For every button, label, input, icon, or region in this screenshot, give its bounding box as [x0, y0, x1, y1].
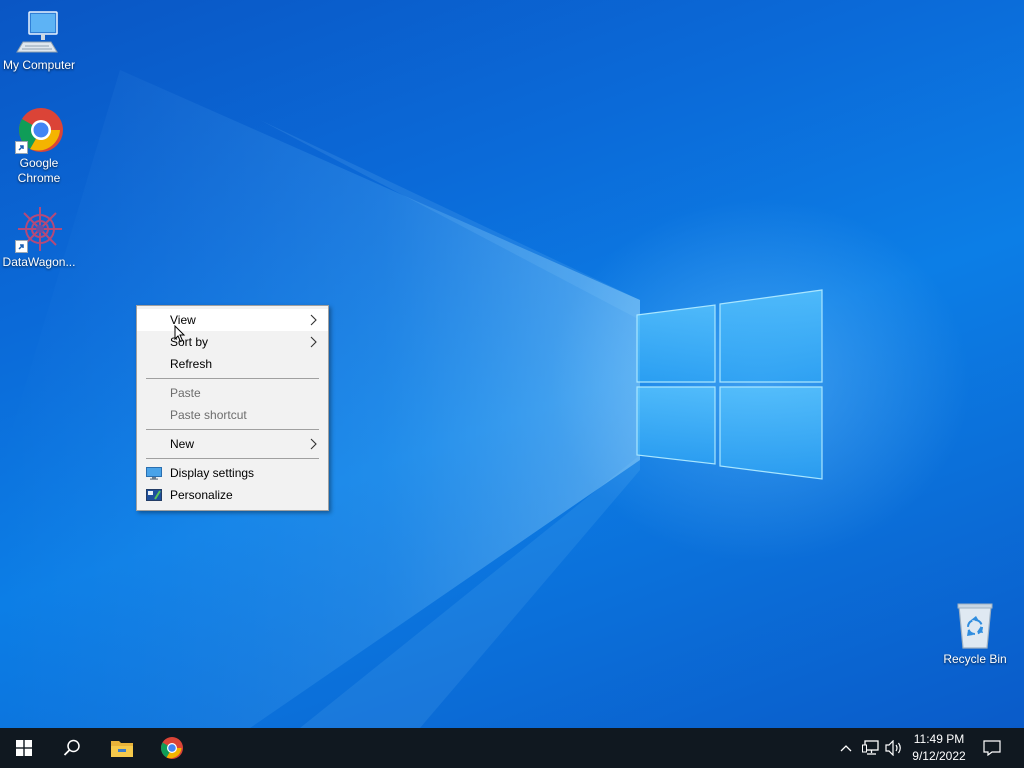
- menu-item-view[interactable]: View: [137, 309, 328, 331]
- taskbar-file-explorer[interactable]: [98, 728, 146, 768]
- menu-item-label: Display settings: [170, 466, 255, 480]
- taskbar-google-chrome[interactable]: [148, 728, 196, 768]
- taskbar: 11:49 PM 9/12/2022: [0, 728, 1024, 768]
- desktop[interactable]: My Computer Google Chrome DataWagon... R…: [0, 0, 1024, 728]
- menu-item-paste[interactable]: Paste: [137, 382, 328, 404]
- desktop-icon-google-chrome[interactable]: Google Chrome: [0, 106, 78, 186]
- menu-separator: [146, 429, 319, 430]
- chrome-icon: [15, 106, 63, 154]
- volume-button[interactable]: [884, 738, 904, 758]
- clock-time: 11:49 PM: [913, 732, 965, 746]
- file-explorer-icon: [111, 741, 133, 757]
- network-button[interactable]: [861, 738, 881, 758]
- menu-item-refresh[interactable]: Refresh: [137, 353, 328, 375]
- show-hidden-icons-button[interactable]: [836, 738, 856, 758]
- chevron-right-icon: [310, 336, 317, 348]
- chevron-up-icon: [840, 745, 852, 752]
- chevron-right-icon: [310, 438, 317, 450]
- display-settings-icon: [146, 467, 162, 480]
- menu-item-display-settings[interactable]: Display settings: [137, 462, 328, 484]
- desktop-icon-label: Google Chrome: [17, 156, 61, 185]
- desktop-icon-recycle-bin[interactable]: Recycle Bin: [936, 602, 1014, 667]
- shortcut-arrow-icon: [15, 240, 28, 253]
- menu-item-label: View: [170, 313, 196, 327]
- chevron-right-icon: [310, 314, 317, 326]
- network-icon: [862, 740, 879, 755]
- menu-item-label: Paste: [170, 386, 201, 400]
- start-button[interactable]: [0, 728, 48, 768]
- menu-item-label: Sort by: [170, 335, 209, 349]
- desktop-icon-label: Recycle Bin: [943, 652, 1007, 666]
- desktop-context-menu: View Sort by Refresh Paste Paste shortcu…: [136, 305, 329, 511]
- shortcut-arrow-icon: [15, 141, 28, 154]
- taskbar-clock[interactable]: 11:49 PM 9/12/2022: [906, 731, 972, 765]
- menu-item-paste-shortcut[interactable]: Paste shortcut: [137, 404, 328, 426]
- desktop-icon-my-computer[interactable]: My Computer: [0, 8, 78, 73]
- volume-icon: [885, 740, 901, 756]
- menu-item-label: Paste shortcut: [170, 408, 247, 422]
- start-icon: [16, 740, 32, 756]
- menu-item-sort-by[interactable]: Sort by: [137, 331, 328, 353]
- personalize-icon: [146, 489, 162, 501]
- notification-icon: [983, 740, 1001, 756]
- computer-icon: [15, 8, 63, 56]
- desktop-icon-label: DataWagon...: [2, 255, 76, 269]
- search-icon: [63, 739, 80, 756]
- desktop-icon-datawagon[interactable]: DataWagon...: [0, 205, 78, 270]
- action-center-button[interactable]: [982, 738, 1002, 758]
- menu-item-label: Refresh: [170, 357, 213, 371]
- menu-item-label: Personalize: [170, 488, 233, 502]
- clock-date: 9/12/2022: [912, 749, 966, 763]
- datawagon-icon: [15, 205, 63, 253]
- menu-item-new[interactable]: New: [137, 433, 328, 455]
- menu-separator: [146, 458, 319, 459]
- chrome-icon: [161, 737, 183, 759]
- recycle-bin-icon: [951, 602, 999, 650]
- desktop-icon-label: My Computer: [2, 58, 76, 72]
- menu-item-label: New: [170, 437, 195, 451]
- search-button[interactable]: [48, 728, 96, 768]
- menu-separator: [146, 378, 319, 379]
- menu-item-personalize[interactable]: Personalize: [137, 484, 328, 506]
